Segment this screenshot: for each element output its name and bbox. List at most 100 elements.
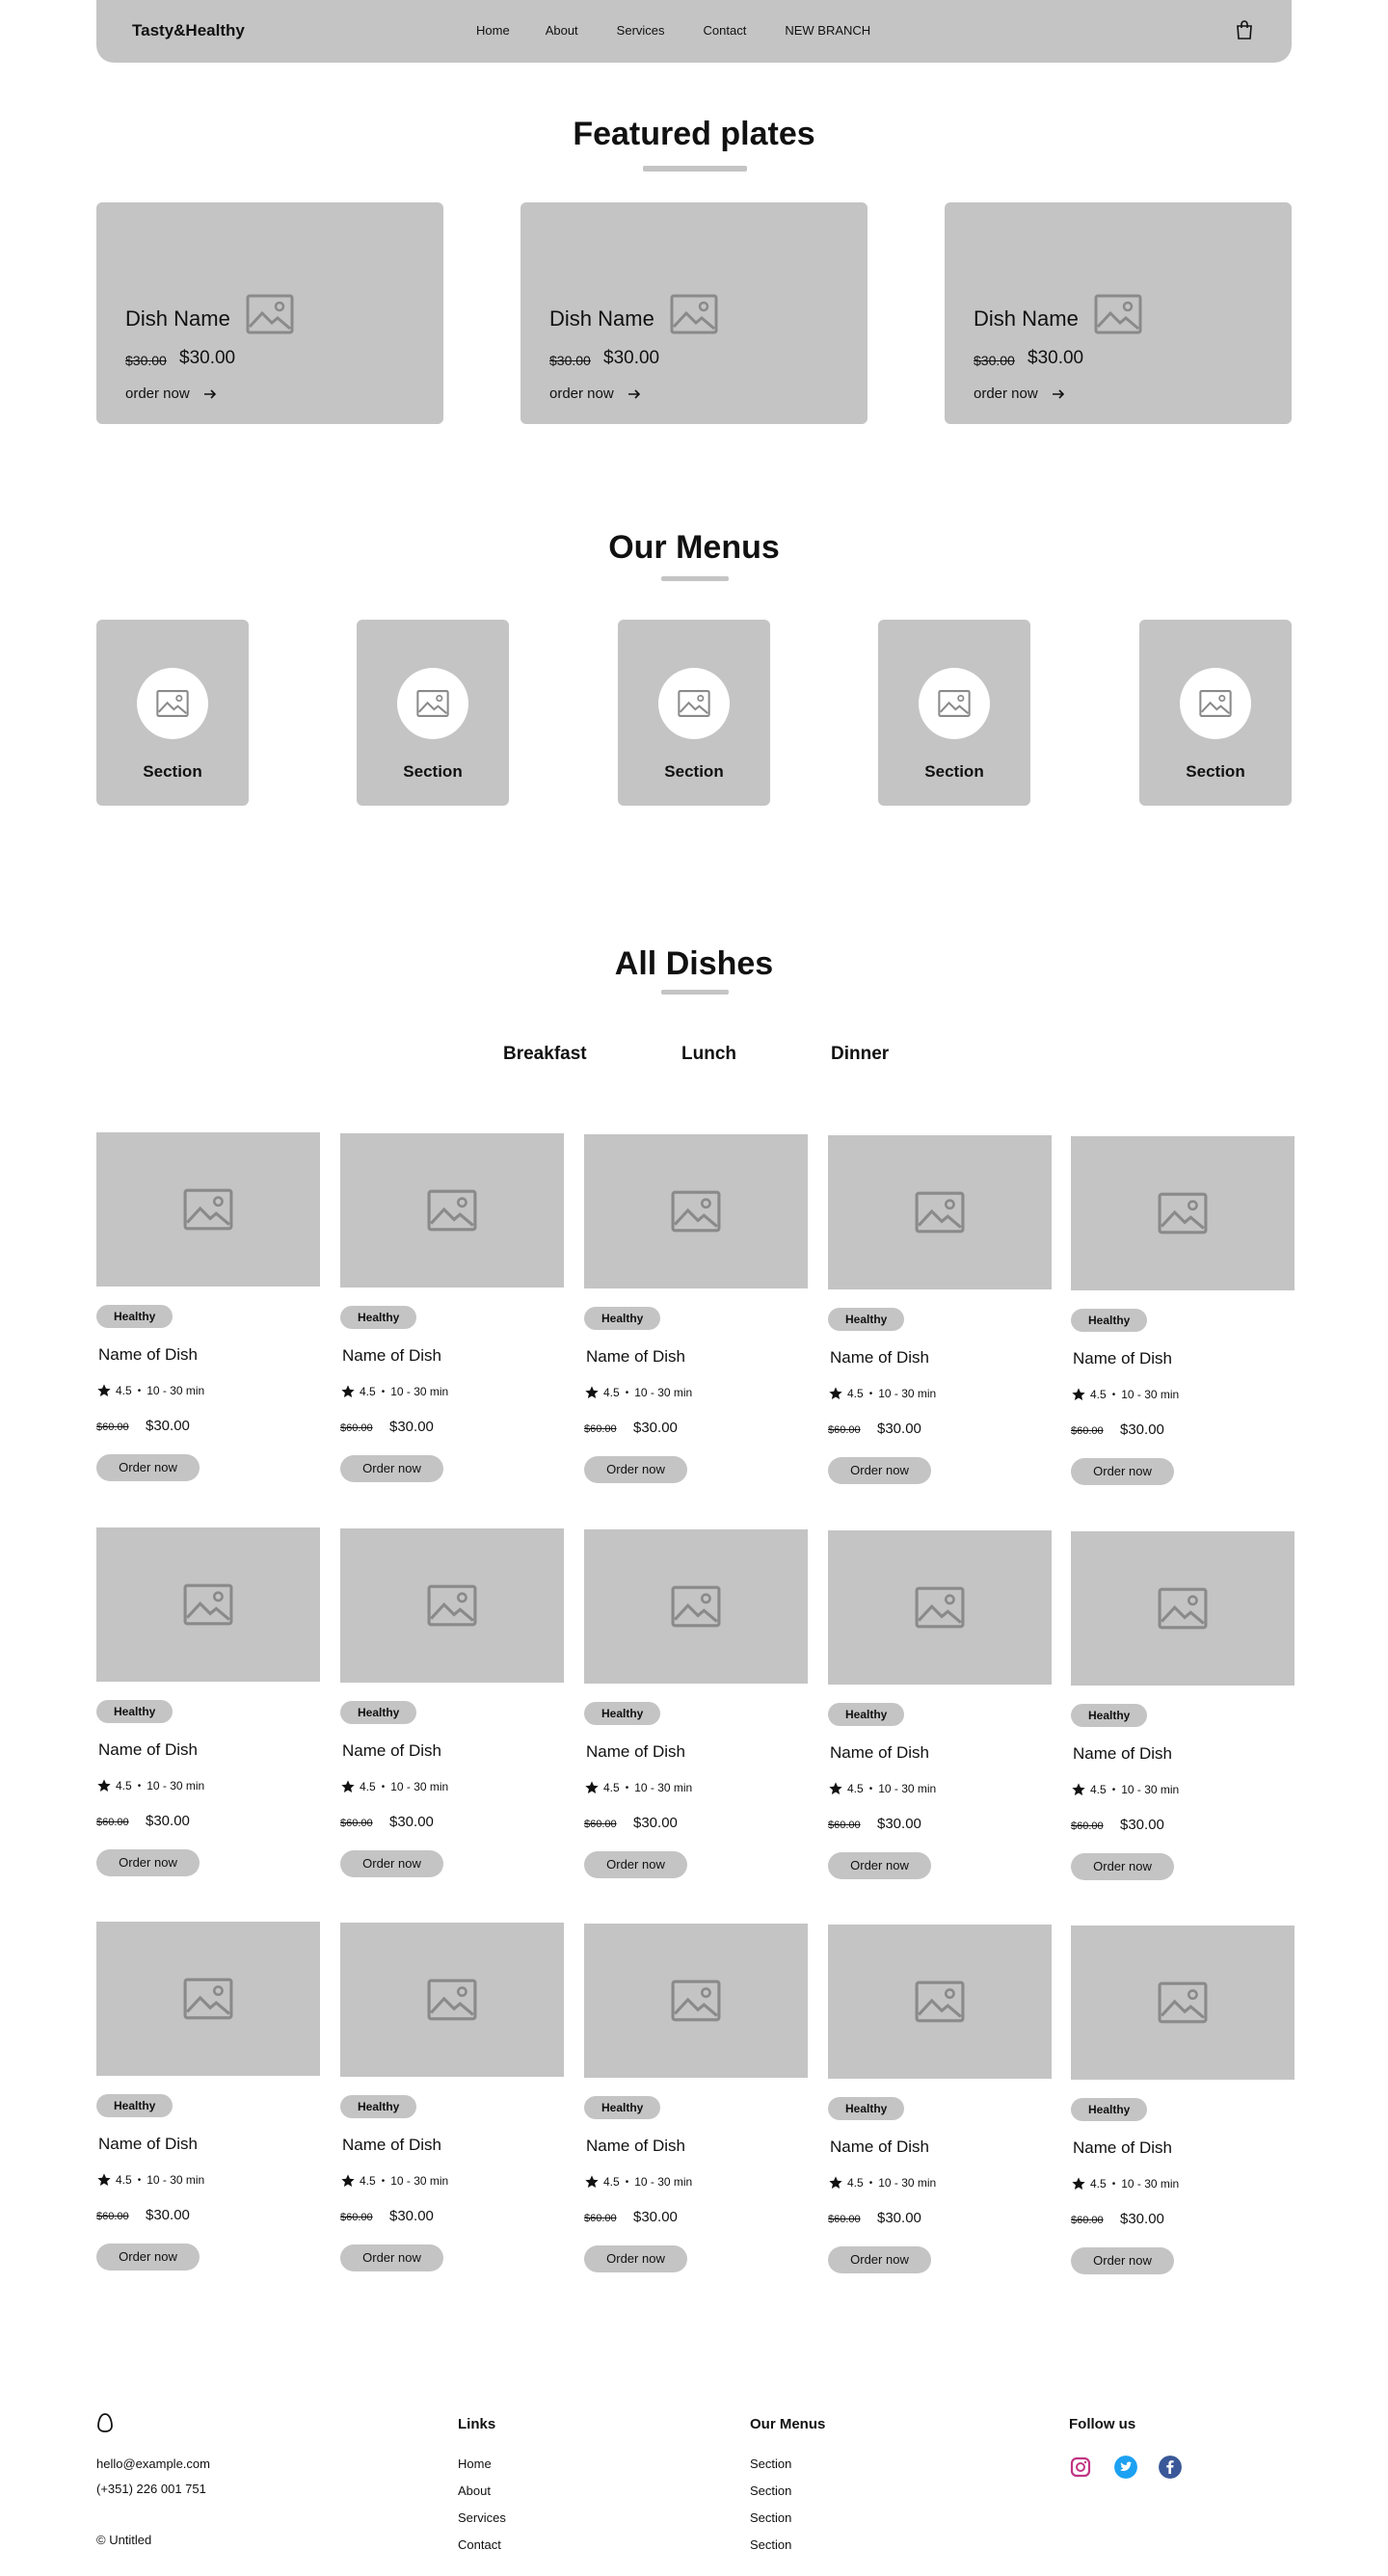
- dish-image[interactable]: [1071, 1531, 1295, 1686]
- tab-lunch[interactable]: Lunch: [681, 1044, 736, 1065]
- image-placeholder-icon: [670, 294, 718, 334]
- dish-image[interactable]: [828, 1530, 1052, 1685]
- dish-name: Name of Dish: [1073, 1349, 1172, 1368]
- dishes-title: All Dishes: [614, 945, 774, 982]
- twitter-icon[interactable]: [1114, 2456, 1137, 2479]
- order-now-button[interactable]: Order now: [584, 1851, 687, 1878]
- image-placeholder-icon: [1158, 1192, 1208, 1235]
- menu-section-card[interactable]: Section: [618, 620, 770, 806]
- footer-menu-section[interactable]: Section: [750, 2537, 791, 2552]
- order-now-link[interactable]: order now: [974, 385, 1065, 402]
- dish-image[interactable]: [828, 1925, 1052, 2079]
- dish-old-price: $60.00: [828, 2214, 861, 2225]
- footer-link-about[interactable]: About: [458, 2483, 491, 2498]
- footer-link-services[interactable]: Services: [458, 2510, 506, 2525]
- order-now-button[interactable]: Order now: [1071, 1853, 1174, 1880]
- dish-card: Healthy Name of Dish 4.5 • 10 - 30 min $60.00…: [96, 1132, 320, 1481]
- facebook-icon[interactable]: [1159, 2456, 1182, 2479]
- rating-value: 4.5: [116, 1779, 132, 1793]
- dish-image[interactable]: [828, 1135, 1052, 1289]
- nav-link-contact[interactable]: Contact: [704, 23, 747, 38]
- menu-section-card[interactable]: Section: [357, 620, 509, 806]
- dish-card: Healthy Name of Dish 4.5 • 10 - 30 min $60.00…: [340, 1923, 564, 2271]
- star-icon: [341, 1385, 355, 1397]
- egg-logo-icon[interactable]: [96, 2412, 114, 2433]
- dish-price: $30.00: [633, 1815, 678, 1831]
- instagram-icon[interactable]: [1069, 2456, 1092, 2479]
- footer-menus-title: Our Menus: [750, 2416, 826, 2432]
- dish-image[interactable]: [340, 1923, 564, 2077]
- footer-menu-section[interactable]: Section: [750, 2483, 791, 2498]
- order-now-link[interactable]: order now: [549, 385, 641, 402]
- star-icon: [829, 2176, 842, 2189]
- shopping-bag-icon[interactable]: [1236, 20, 1253, 40]
- dish-image[interactable]: [584, 1529, 808, 1684]
- dish-image[interactable]: [96, 1527, 320, 1682]
- dish-card: Healthy Name of Dish 4.5 • 10 - 30 min $60.00…: [584, 1529, 808, 1878]
- order-now-link[interactable]: order now: [125, 385, 217, 402]
- footer-link-contact[interactable]: Contact: [458, 2537, 501, 2552]
- order-now-button[interactable]: Order now: [340, 1455, 443, 1482]
- nav-links: Home About Services Contact NEW BRANCH: [476, 23, 870, 38]
- order-now-button[interactable]: Order now: [828, 2246, 931, 2273]
- dish-image[interactable]: [340, 1528, 564, 1683]
- order-now-button[interactable]: Order now: [96, 1849, 200, 1876]
- dish-price: $30.00: [146, 2207, 190, 2223]
- footer-email[interactable]: hello@example.com: [96, 2456, 210, 2471]
- order-now-button[interactable]: Order now: [584, 1456, 687, 1483]
- footer-menu-section[interactable]: Section: [750, 2456, 791, 2471]
- footer-link-home[interactable]: Home: [458, 2456, 492, 2471]
- dish-image[interactable]: [340, 1133, 564, 1288]
- tab-breakfast[interactable]: Breakfast: [503, 1044, 587, 1065]
- order-now-button[interactable]: Order now: [340, 2244, 443, 2271]
- tab-dinner[interactable]: Dinner: [831, 1044, 889, 1065]
- dish-image[interactable]: [1071, 1136, 1295, 1290]
- dish-card: Healthy Name of Dish 4.5 • 10 - 30 min $60.00…: [1071, 1136, 1295, 1485]
- dish-image[interactable]: [584, 1134, 808, 1288]
- footer-menu-section[interactable]: Section: [750, 2510, 791, 2525]
- dish-image[interactable]: [96, 1922, 320, 2076]
- dish-name: Name of Dish: [586, 1742, 685, 1761]
- order-now-button[interactable]: Order now: [828, 1457, 931, 1484]
- featured-card[interactable]: Dish Name $30.00 $30.00 order now: [520, 202, 868, 424]
- separator-dot: •: [1111, 2178, 1116, 2190]
- order-now-button[interactable]: Order now: [1071, 2247, 1174, 2274]
- nav-link-home[interactable]: Home: [476, 23, 510, 38]
- dish-rating: 4.5 • 10 - 30 min: [96, 1778, 204, 1793]
- image-placeholder-icon: [915, 1586, 965, 1629]
- dish-name: Name of Dish: [98, 1345, 198, 1364]
- separator-dot: •: [625, 1782, 629, 1793]
- menu-section-card[interactable]: Section: [878, 620, 1030, 806]
- dish-price: $30.00: [1120, 2211, 1164, 2227]
- delivery-time: 10 - 30 min: [878, 1782, 937, 1795]
- featured-card[interactable]: Dish Name $30.00 $30.00 order now: [96, 202, 443, 424]
- dish-old-price: $60.00: [828, 1819, 861, 1831]
- nav-link-services[interactable]: Services: [617, 23, 665, 38]
- order-now-button[interactable]: Order now: [340, 1850, 443, 1877]
- image-placeholder-icon: [427, 1584, 477, 1627]
- image-placeholder-icon: [1094, 294, 1142, 334]
- dish-image[interactable]: [1071, 1925, 1295, 2080]
- menu-section-card[interactable]: Section: [1139, 620, 1292, 806]
- order-now-button[interactable]: Order now: [584, 2245, 687, 2272]
- nav-link-about[interactable]: About: [546, 23, 578, 38]
- brand-logo[interactable]: Tasty&Healthy: [132, 21, 245, 40]
- rating-value: 4.5: [603, 1781, 620, 1794]
- image-placeholder-icon: [678, 690, 710, 717]
- healthy-badge: Healthy: [1071, 1704, 1148, 1727]
- nav-link-new-branch[interactable]: NEW BRANCH: [785, 23, 870, 38]
- dish-image[interactable]: [96, 1132, 320, 1287]
- dish-rating: 4.5 • 10 - 30 min: [1071, 1387, 1179, 1402]
- order-now-button[interactable]: Order now: [96, 2244, 200, 2271]
- dish-price: $30.00: [633, 1420, 678, 1436]
- order-now-button[interactable]: Order now: [96, 1454, 200, 1481]
- featured-dish-name: Dish Name: [125, 306, 230, 331]
- order-now-button[interactable]: Order now: [828, 1852, 931, 1879]
- healthy-badge: Healthy: [96, 1700, 174, 1723]
- separator-dot: •: [625, 2176, 629, 2188]
- menu-section-card[interactable]: Section: [96, 620, 249, 806]
- featured-card[interactable]: Dish Name $30.00 $30.00 order now: [945, 202, 1292, 424]
- dish-image[interactable]: [584, 1924, 808, 2078]
- dishes-title-underline: [661, 990, 729, 995]
- order-now-button[interactable]: Order now: [1071, 1458, 1174, 1485]
